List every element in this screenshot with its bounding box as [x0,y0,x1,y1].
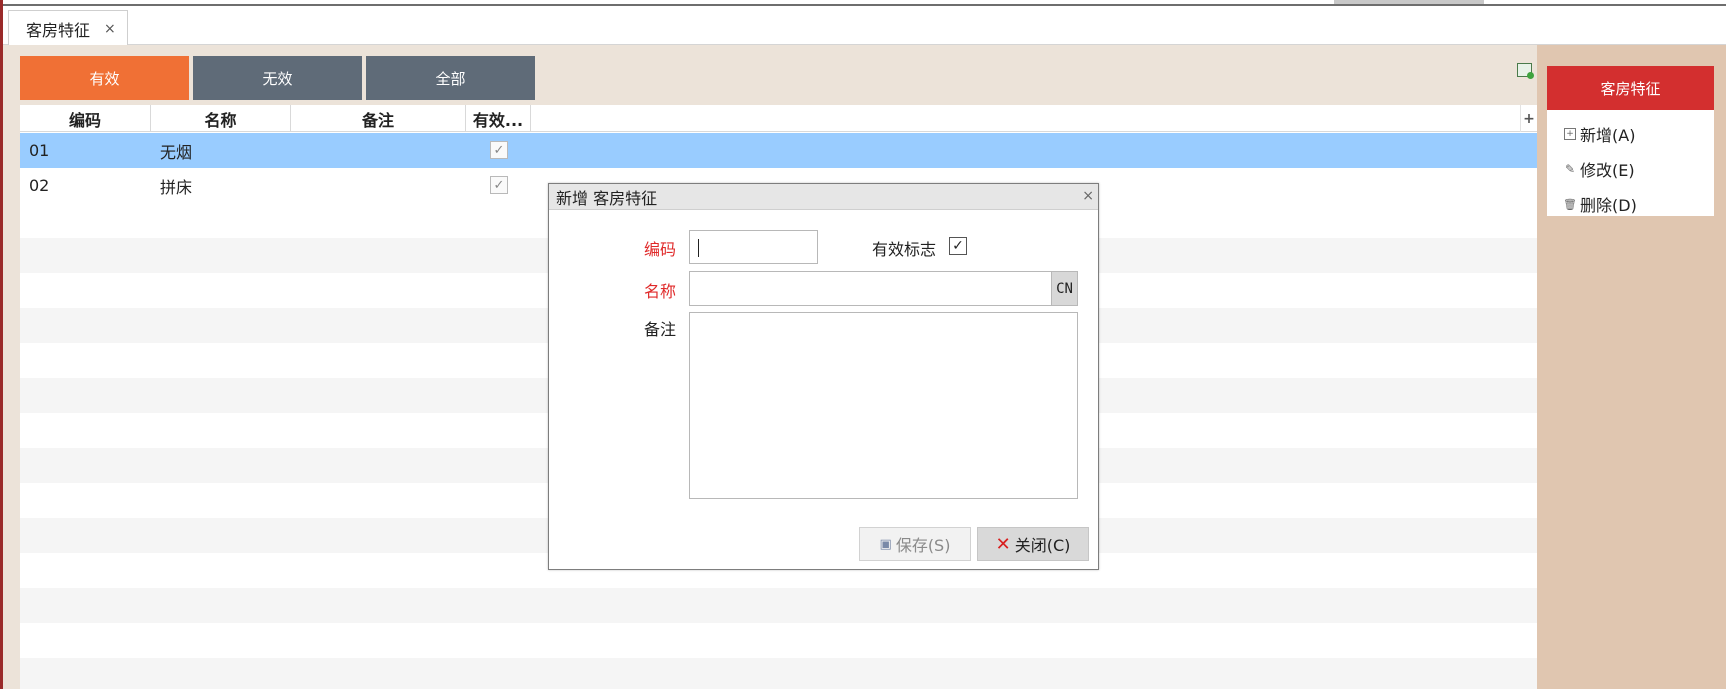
save-icon: ▣ [879,536,892,552]
close-icon: ✕ [995,533,1011,555]
filter-all-button[interactable]: 全部 [366,56,535,100]
code-input[interactable] [689,230,818,264]
save-button-label: 保存(S) [895,536,951,555]
dialog-title-bar[interactable]: 新增 客房特征 × [549,184,1098,210]
empty-row [20,658,1537,689]
tab-label: 客房特征 [26,20,91,40]
top-scroll-thumb[interactable] [1334,0,1484,4]
table-header: 编码 名称 备注 有效... + [20,105,1537,132]
export-grid-icon[interactable] [1517,63,1534,79]
note-label: 备注 [644,320,677,339]
edit-action-label: 修改(E) [1580,161,1635,180]
right-action-panel: 客房特征 + 新增(A) ✎ 修改(E) 🗑 删除(D) [1537,45,1726,689]
empty-row [20,623,1537,658]
text-caret [698,239,699,257]
delete-icon: 🗑 [1563,197,1577,211]
save-button[interactable]: ▣ 保存(S) [859,527,971,561]
column-header-code[interactable]: 编码 [20,105,151,132]
table-row[interactable]: 01 无烟 ✓ [20,133,1537,168]
filter-invalid-button[interactable]: 无效 [193,56,362,100]
add-column-icon[interactable]: + [1520,105,1537,132]
edit-action[interactable]: ✎ 修改(E) [1564,157,1635,181]
cell-name: 拼床 [160,177,193,197]
dialog-close-icon[interactable]: × [1082,188,1094,204]
delete-action-label: 删除(D) [1580,196,1637,215]
name-input[interactable]: CN [689,271,1078,306]
add-icon: + [1564,128,1576,140]
column-header-note[interactable]: 备注 [291,105,466,132]
add-action-label: 新增(A) [1580,126,1636,145]
edit-icon: ✎ [1564,162,1576,176]
add-feature-dialog: 新增 客房特征 × 编码 有效标志 ✓ 名称 CN 备注 ▣ 保存(S) ✕ 关… [548,183,1099,570]
panel-action-menu: + 新增(A) ✎ 修改(E) 🗑 删除(D) [1547,110,1714,216]
column-header-name[interactable]: 名称 [151,105,291,132]
valid-flag-checkbox[interactable]: ✓ [949,237,967,255]
close-button-label: 关闭(C) [1014,536,1071,555]
delete-action[interactable]: 🗑 删除(D) [1563,192,1637,216]
cell-valid-checkbox[interactable]: ✓ [490,141,508,159]
cn-input-button[interactable]: CN [1051,272,1077,305]
note-textarea[interactable] [689,312,1078,499]
filter-valid-button[interactable]: 有效 [20,56,189,100]
tab-bar: 客房特征 × [3,6,1726,46]
cell-code: 01 [29,141,50,160]
name-label: 名称 [644,282,677,301]
cell-code: 02 [29,176,50,195]
dialog-title: 新增 客房特征 [556,188,658,208]
close-button[interactable]: ✕ 关闭(C) [977,527,1089,561]
tab-close-icon[interactable]: × [104,21,116,37]
cell-valid-checkbox[interactable]: ✓ [490,176,508,194]
cell-name: 无烟 [160,142,193,162]
add-action[interactable]: + 新增(A) [1564,122,1635,146]
column-header-valid[interactable]: 有效... [466,105,531,132]
code-label: 编码 [644,240,677,259]
empty-row [20,588,1537,623]
tab-room-features[interactable]: 客房特征 × [8,10,128,46]
valid-flag-label: 有效标志 [872,240,937,259]
panel-title: 客房特征 [1547,66,1714,110]
